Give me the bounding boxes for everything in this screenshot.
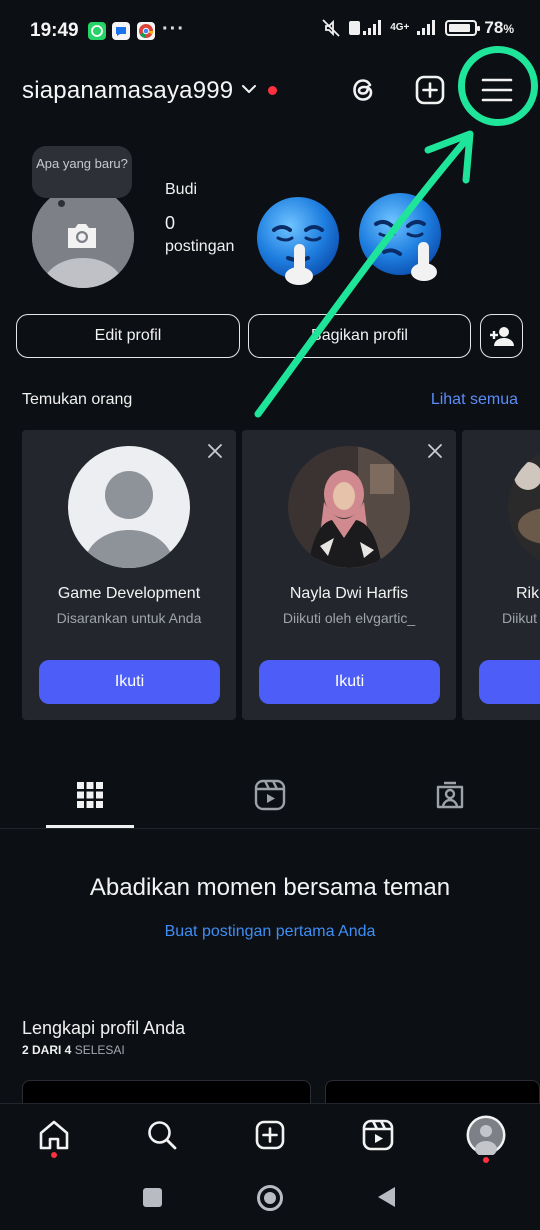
home-notification-dot xyxy=(51,1152,57,1158)
back-button[interactable] xyxy=(375,1185,397,1209)
home-icon xyxy=(39,1120,69,1150)
follow-button[interactable] xyxy=(479,660,540,704)
mute-icon xyxy=(322,19,340,37)
recents-button[interactable] xyxy=(143,1188,162,1207)
profile-avatar xyxy=(466,1115,506,1155)
suggestion-avatar[interactable] xyxy=(508,446,540,568)
network-type: 4G+ xyxy=(390,22,410,33)
signal-1-icon xyxy=(349,20,382,35)
notification-dot xyxy=(268,86,277,95)
profile-name: Budi xyxy=(165,181,198,198)
tab-divider xyxy=(0,828,540,829)
nav-home[interactable] xyxy=(34,1115,74,1155)
nav-profile[interactable] xyxy=(466,1115,506,1155)
follow-button[interactable]: Ikuti xyxy=(259,660,440,704)
see-all-link[interactable]: Lihat semua xyxy=(431,391,518,409)
empty-state-title: Abadikan momen bersama teman xyxy=(89,874,451,901)
reels-icon xyxy=(254,779,286,811)
default-avatar-icon xyxy=(68,446,190,568)
add-person-icon xyxy=(489,327,514,346)
suggestion-card[interactable]: Game Development Disarankan untuk Anda I… xyxy=(22,430,236,720)
suggestion-name[interactable]: Nayla Dwi Harfis xyxy=(242,585,456,603)
suggestion-card[interactable]: Rik Diikut xyxy=(462,430,540,720)
reels-icon xyxy=(362,1119,394,1151)
create-icon xyxy=(255,1120,285,1150)
share-profile-button[interactable]: Bagikan profil xyxy=(248,314,471,358)
create-post-button[interactable] xyxy=(412,72,448,108)
grid-icon xyxy=(77,782,103,808)
signal-2-icon xyxy=(417,20,436,35)
nav-reels[interactable] xyxy=(358,1115,398,1155)
status-time: 19:49 xyxy=(30,20,79,41)
status-more-dots: ··· xyxy=(162,18,185,40)
profile-username[interactable]: siapanamasaya999 xyxy=(22,77,233,105)
edit-profile-button[interactable]: Edit profil xyxy=(16,314,240,358)
note-bubble-tail xyxy=(58,200,65,207)
tab-posts-grid[interactable] xyxy=(69,774,111,816)
discover-people-button[interactable] xyxy=(480,314,523,358)
close-icon[interactable] xyxy=(426,442,444,460)
tab-tagged[interactable] xyxy=(429,774,471,816)
note-bubble[interactable]: Apa yang baru? xyxy=(32,146,132,198)
status-right-group: 4G+ 78% xyxy=(320,18,514,38)
whatsapp-icon xyxy=(88,22,106,40)
suggestions-title: Temukan orang xyxy=(22,391,133,408)
profile-notification-dot xyxy=(483,1157,489,1163)
suggestion-reason: Diikut xyxy=(502,610,538,626)
close-icon[interactable] xyxy=(206,442,224,460)
post-count[interactable]: 0 xyxy=(165,213,175,234)
post-label[interactable]: postingan xyxy=(165,238,234,256)
nav-search[interactable] xyxy=(142,1115,182,1155)
chevron-down-icon[interactable] xyxy=(240,80,258,98)
suggestion-reason: Disarankan untuk Anda xyxy=(56,610,202,626)
create-post-icon xyxy=(415,75,445,105)
tab-reels[interactable] xyxy=(249,774,291,816)
create-first-post-link[interactable]: Buat postingan pertama Anda xyxy=(0,923,540,941)
profile-photo xyxy=(508,446,540,568)
suggestion-avatar[interactable] xyxy=(288,446,410,568)
complete-profile-progress: 2 DARI 4 SELESAI xyxy=(22,1043,125,1057)
messages-icon xyxy=(112,22,130,40)
suggestion-name[interactable]: Rik xyxy=(516,585,540,603)
home-system-button[interactable] xyxy=(257,1185,283,1211)
shushing-emoji-sticker-2 xyxy=(359,193,441,281)
search-icon xyxy=(148,1121,177,1150)
suggestion-avatar[interactable] xyxy=(68,446,190,568)
suggestion-name[interactable]: Game Development xyxy=(22,585,236,603)
threads-button[interactable] xyxy=(346,72,382,108)
chrome-icon xyxy=(137,22,155,40)
camera-icon[interactable] xyxy=(62,218,102,254)
battery-icon xyxy=(445,20,481,36)
suggestion-card[interactable]: Nayla Dwi Harfis Diikuti oleh elvgartic_… xyxy=(242,430,456,720)
complete-profile-title: Lengkapi profil Anda xyxy=(22,1018,186,1038)
threads-icon xyxy=(353,79,373,101)
profile-photo xyxy=(288,446,410,568)
shushing-emoji-sticker xyxy=(257,197,339,285)
follow-button[interactable]: Ikuti xyxy=(39,660,220,704)
tagged-icon xyxy=(436,781,464,809)
nav-create[interactable] xyxy=(250,1115,290,1155)
battery-percent: 78% xyxy=(484,18,514,37)
suggestion-reason: Diikuti oleh elvgartic_ xyxy=(282,610,416,626)
annotation-circle xyxy=(458,46,538,126)
